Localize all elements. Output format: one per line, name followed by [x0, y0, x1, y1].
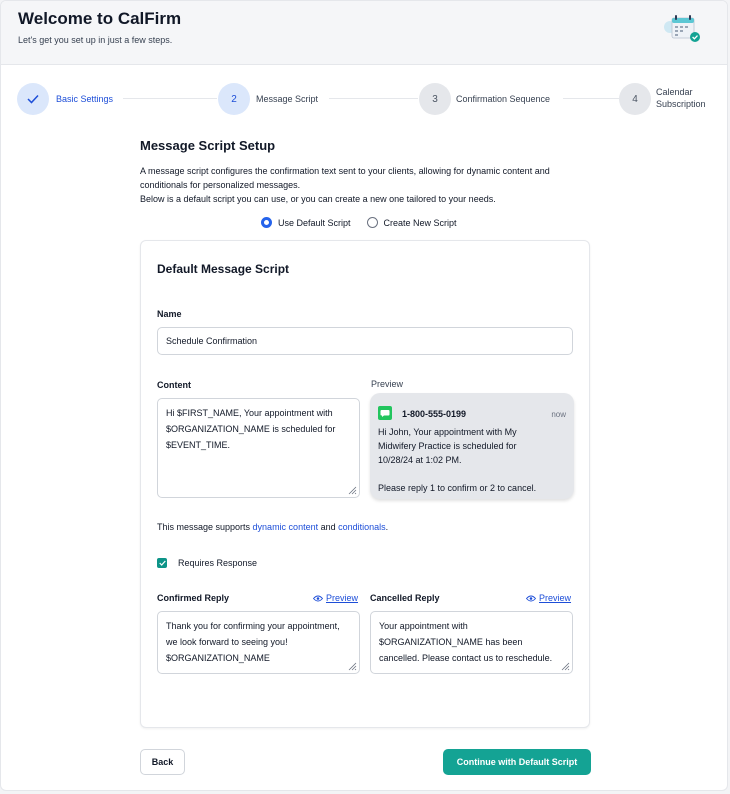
continue-button[interactable]: Continue with Default Script [443, 749, 591, 775]
support-note: This message supports dynamic content an… [157, 522, 388, 532]
dynamic-content-link[interactable]: dynamic content [253, 522, 319, 532]
preview-link-label: Preview [539, 593, 572, 603]
eye-icon [526, 595, 536, 601]
requires-response-checkbox[interactable] [157, 558, 167, 568]
requires-response-label: Requires Response [178, 558, 258, 568]
check-icon [158, 560, 166, 566]
preview-label: Preview [371, 379, 404, 389]
page-subheading: Let's get you set up in just a few steps… [18, 35, 173, 45]
setup-window: Welcome to CalFirm Let's get you set up … [0, 0, 728, 791]
confirmed-preview-link[interactable]: Preview [313, 593, 358, 603]
cancelled-reply-label: Cancelled Reply [370, 593, 440, 603]
header: Welcome to CalFirm Let's get you set up … [1, 1, 727, 65]
cancelled-reply-textarea[interactable]: Your appointment with $ORGANIZATION_NAME… [370, 611, 573, 674]
section-description: A message script configures the confirma… [140, 164, 600, 206]
default-script-card: Default Message Script Name Content Hi $… [140, 240, 590, 728]
content-textarea[interactable]: Hi $FIRST_NAME, Your appointment with $O… [157, 398, 360, 498]
page-heading: Welcome to CalFirm [18, 9, 182, 28]
step-4-label-line1: Calendar [656, 87, 693, 97]
eye-icon [313, 595, 323, 601]
radio-unselected[interactable] [366, 217, 378, 228]
check-icon [27, 94, 39, 104]
step-connector [123, 98, 217, 99]
step-4-label-line2: Subscription [656, 99, 706, 109]
content-label: Content [157, 380, 191, 390]
confirmed-reply-label: Confirmed Reply [157, 593, 230, 603]
step-connector [563, 98, 619, 99]
preview-link-label: Preview [326, 593, 359, 603]
step-connector [329, 98, 418, 99]
step-2-circle[interactable]: 2 [218, 83, 250, 115]
support-text: This message supports [157, 522, 253, 532]
step-4-label[interactable]: Calendar Subscription [656, 86, 706, 110]
support-text: and [318, 522, 339, 532]
description-line: A message script configures the confirma… [140, 166, 550, 176]
resize-handle-icon[interactable] [347, 485, 357, 495]
step-1-circle[interactable] [17, 83, 49, 115]
description-line: conditionals for personalized messages. [140, 180, 301, 190]
sender-phone: 1-800-555-0199 [402, 409, 467, 419]
stepper: Basic Settings 2 Message Script 3 Confir… [1, 83, 727, 117]
section-title: Message Script Setup [140, 138, 276, 153]
sms-preview-bubble: 1-800-555-0199 now Hi John, Your appoint… [370, 393, 574, 499]
preview-message-text: Hi John, Your appointment with My Midwif… [378, 427, 537, 493]
resize-handle-icon[interactable] [347, 661, 357, 671]
radio-selected[interactable] [261, 217, 272, 228]
name-label: Name [157, 309, 182, 319]
step-2-label[interactable]: Message Script [256, 93, 318, 105]
radio-label: Create New Script [383, 217, 457, 228]
use-default-script-option[interactable]: Use Default Script [261, 217, 351, 228]
message-icon [378, 406, 392, 420]
confirmed-reply-textarea[interactable]: Thank you for confirming your appointmen… [157, 611, 360, 674]
support-text: . [385, 522, 389, 532]
script-choice-group: Use Default Script Create New Script [261, 217, 473, 228]
step-4-circle[interactable]: 4 [619, 83, 651, 115]
message-time: now [551, 410, 566, 419]
create-new-script-option[interactable]: Create New Script [366, 217, 457, 228]
resize-handle-icon[interactable] [560, 661, 570, 671]
name-input[interactable] [157, 327, 573, 355]
card-title: Default Message Script [157, 262, 290, 276]
description-line: Below is a default script you can use, o… [140, 194, 496, 204]
cancelled-preview-link[interactable]: Preview [526, 593, 571, 603]
calendar-check-icon [664, 15, 700, 42]
conditionals-link[interactable]: conditionals [338, 522, 386, 532]
step-1-label[interactable]: Basic Settings [56, 93, 113, 105]
step-3-label[interactable]: Confirmation Sequence [456, 93, 550, 105]
step-3-circle[interactable]: 3 [419, 83, 451, 115]
requires-response-option[interactable]: Requires Response [157, 558, 257, 568]
radio-label: Use Default Script [278, 217, 351, 228]
back-button[interactable]: Back [140, 749, 185, 775]
